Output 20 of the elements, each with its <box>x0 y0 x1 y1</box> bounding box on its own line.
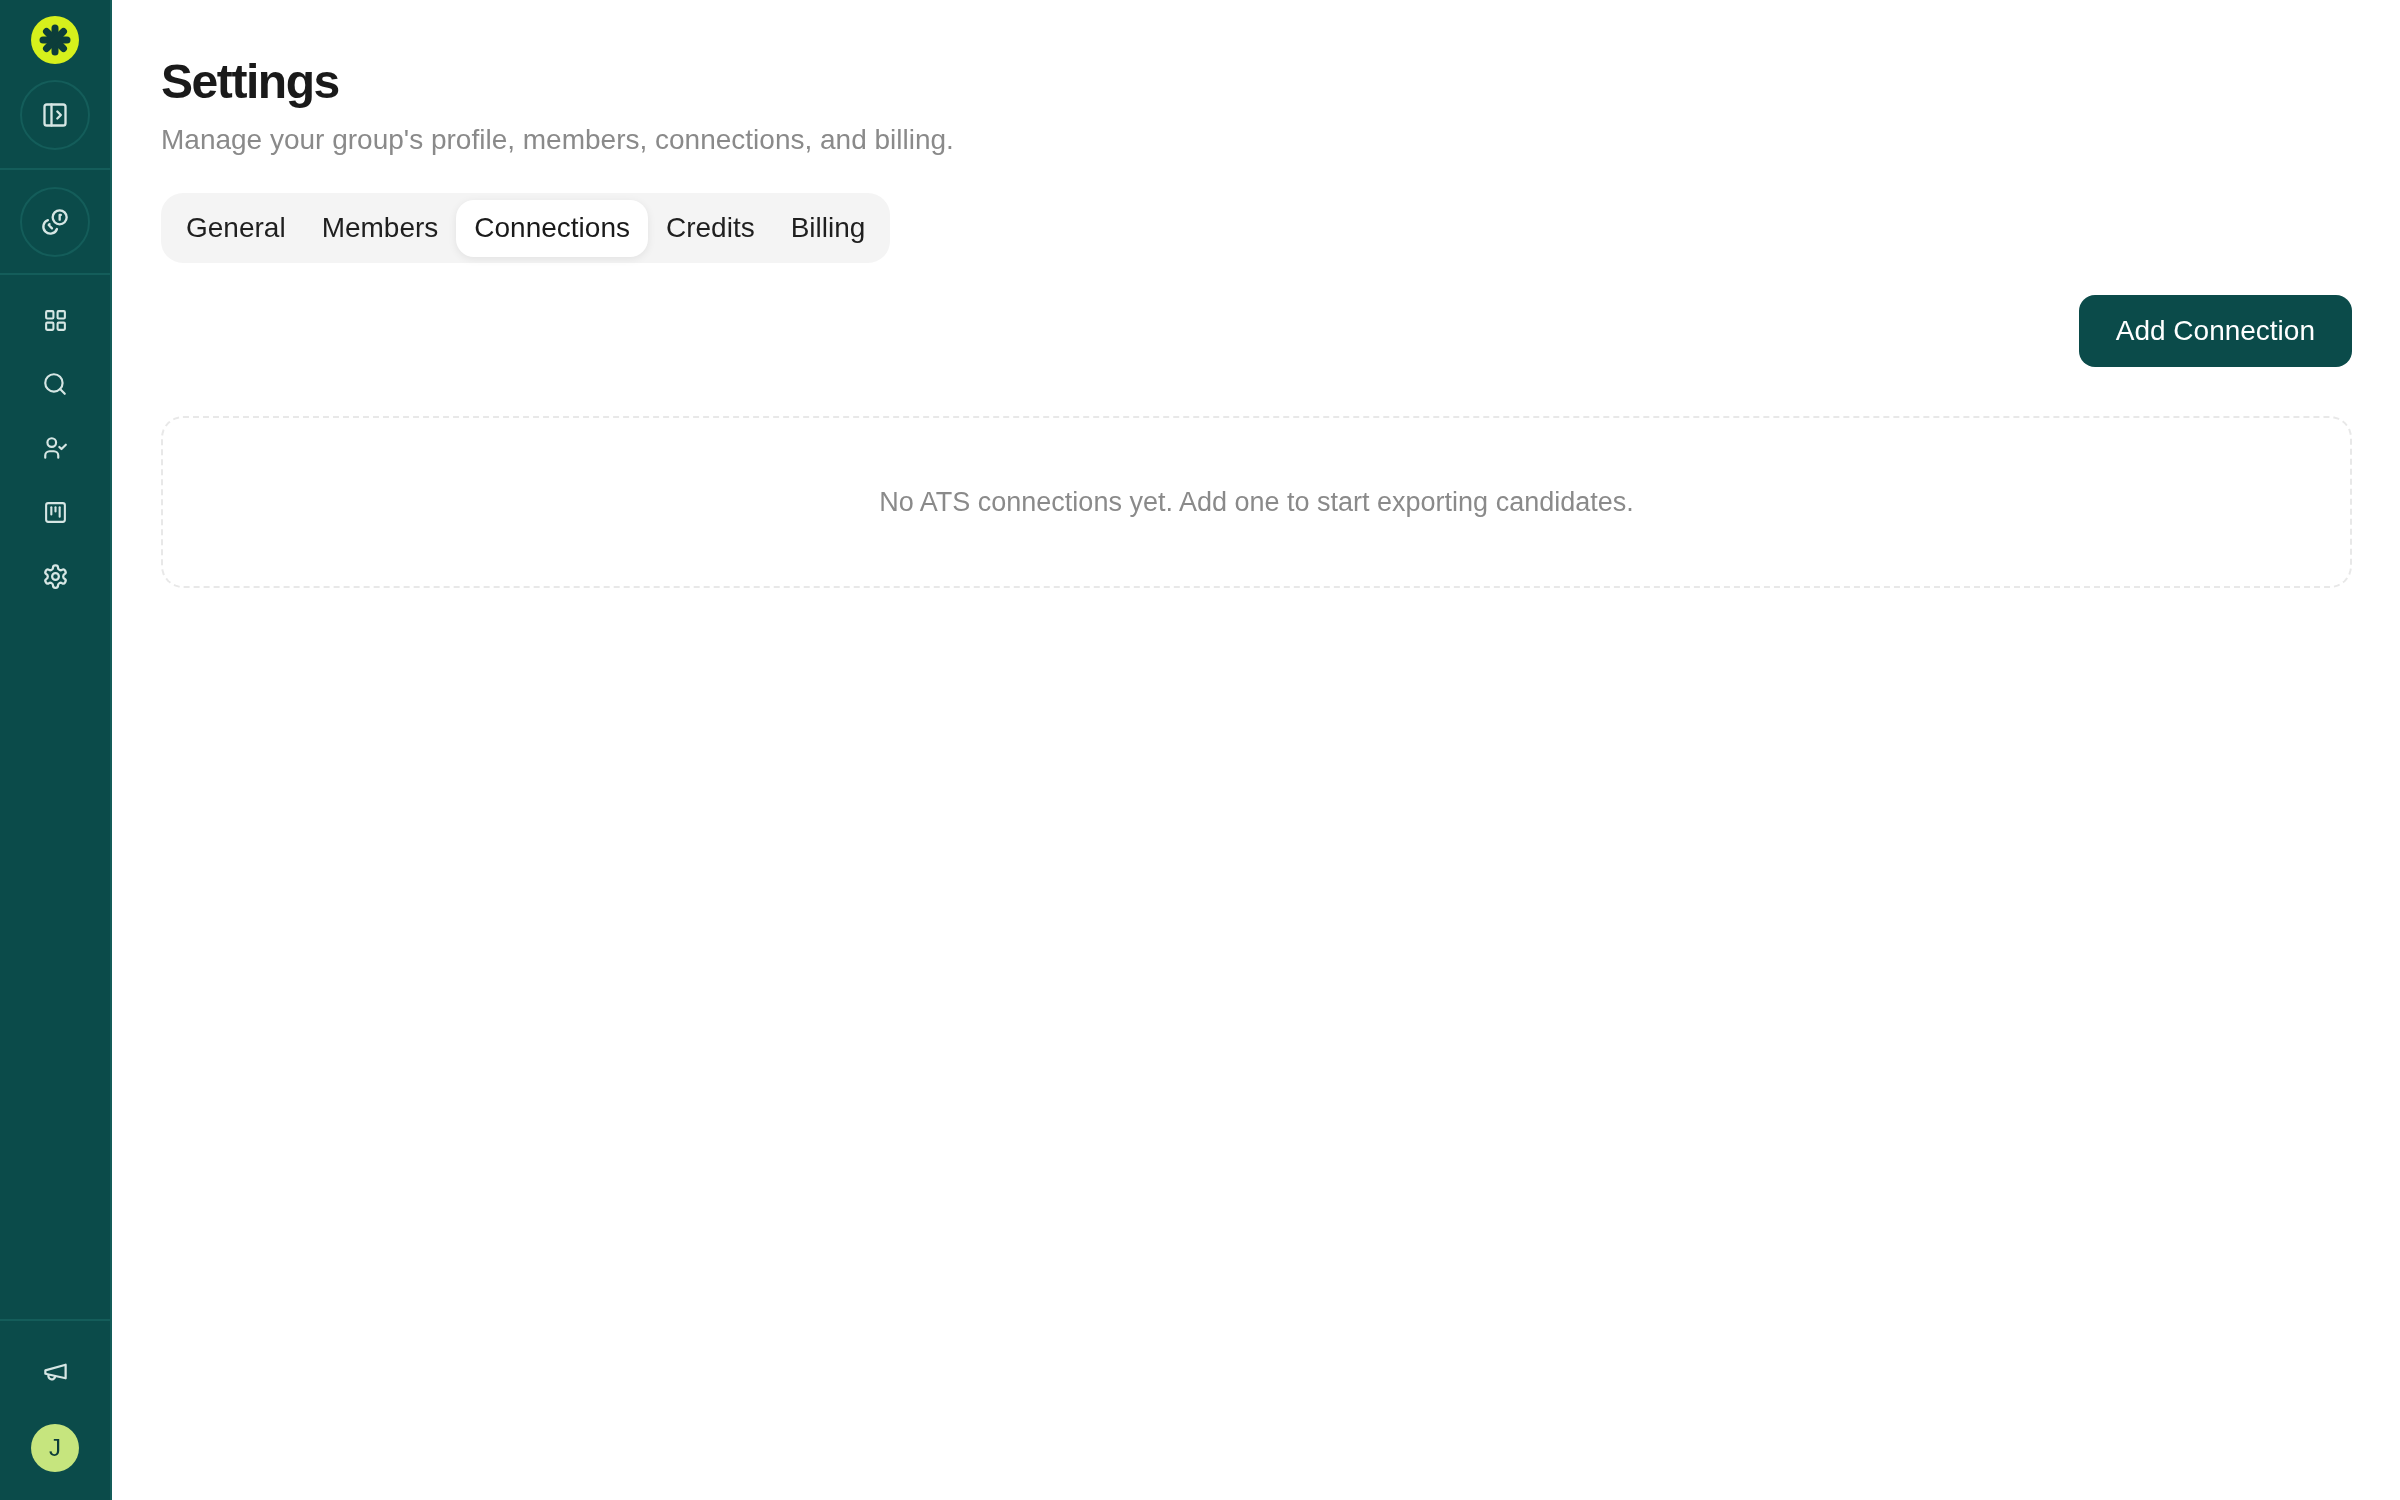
tab[interactable]: Connections <box>456 199 648 257</box>
user-avatar[interactable]: J <box>31 1424 79 1472</box>
sidebar-toggle-icon <box>41 101 69 129</box>
settings-icon[interactable] <box>41 562 69 590</box>
coins-icon <box>41 208 69 236</box>
tab[interactable]: Billing <box>772 199 884 257</box>
tab[interactable]: Members <box>303 199 457 257</box>
search-icon[interactable] <box>42 371 68 397</box>
sidebar-toggle-button[interactable] <box>20 80 90 150</box>
page-subtitle: Manage your group's profile, members, connections, and billing. <box>161 123 954 157</box>
grid-icon[interactable] <box>42 307 68 333</box>
empty-state-message: No ATS connections yet. Add one to start exporting candidates. <box>879 486 1634 519</box>
user-check-icon[interactable] <box>42 435 68 461</box>
tab[interactable]: General <box>168 199 304 257</box>
kanban-icon[interactable] <box>42 499 68 525</box>
page-title: Settings <box>161 54 339 110</box>
tab[interactable]: Credits <box>648 199 773 257</box>
coins-button[interactable] <box>20 187 90 257</box>
add-connection-button[interactable]: Add Connection <box>2078 295 2352 367</box>
asterisk-logo-icon[interactable] <box>31 16 79 64</box>
